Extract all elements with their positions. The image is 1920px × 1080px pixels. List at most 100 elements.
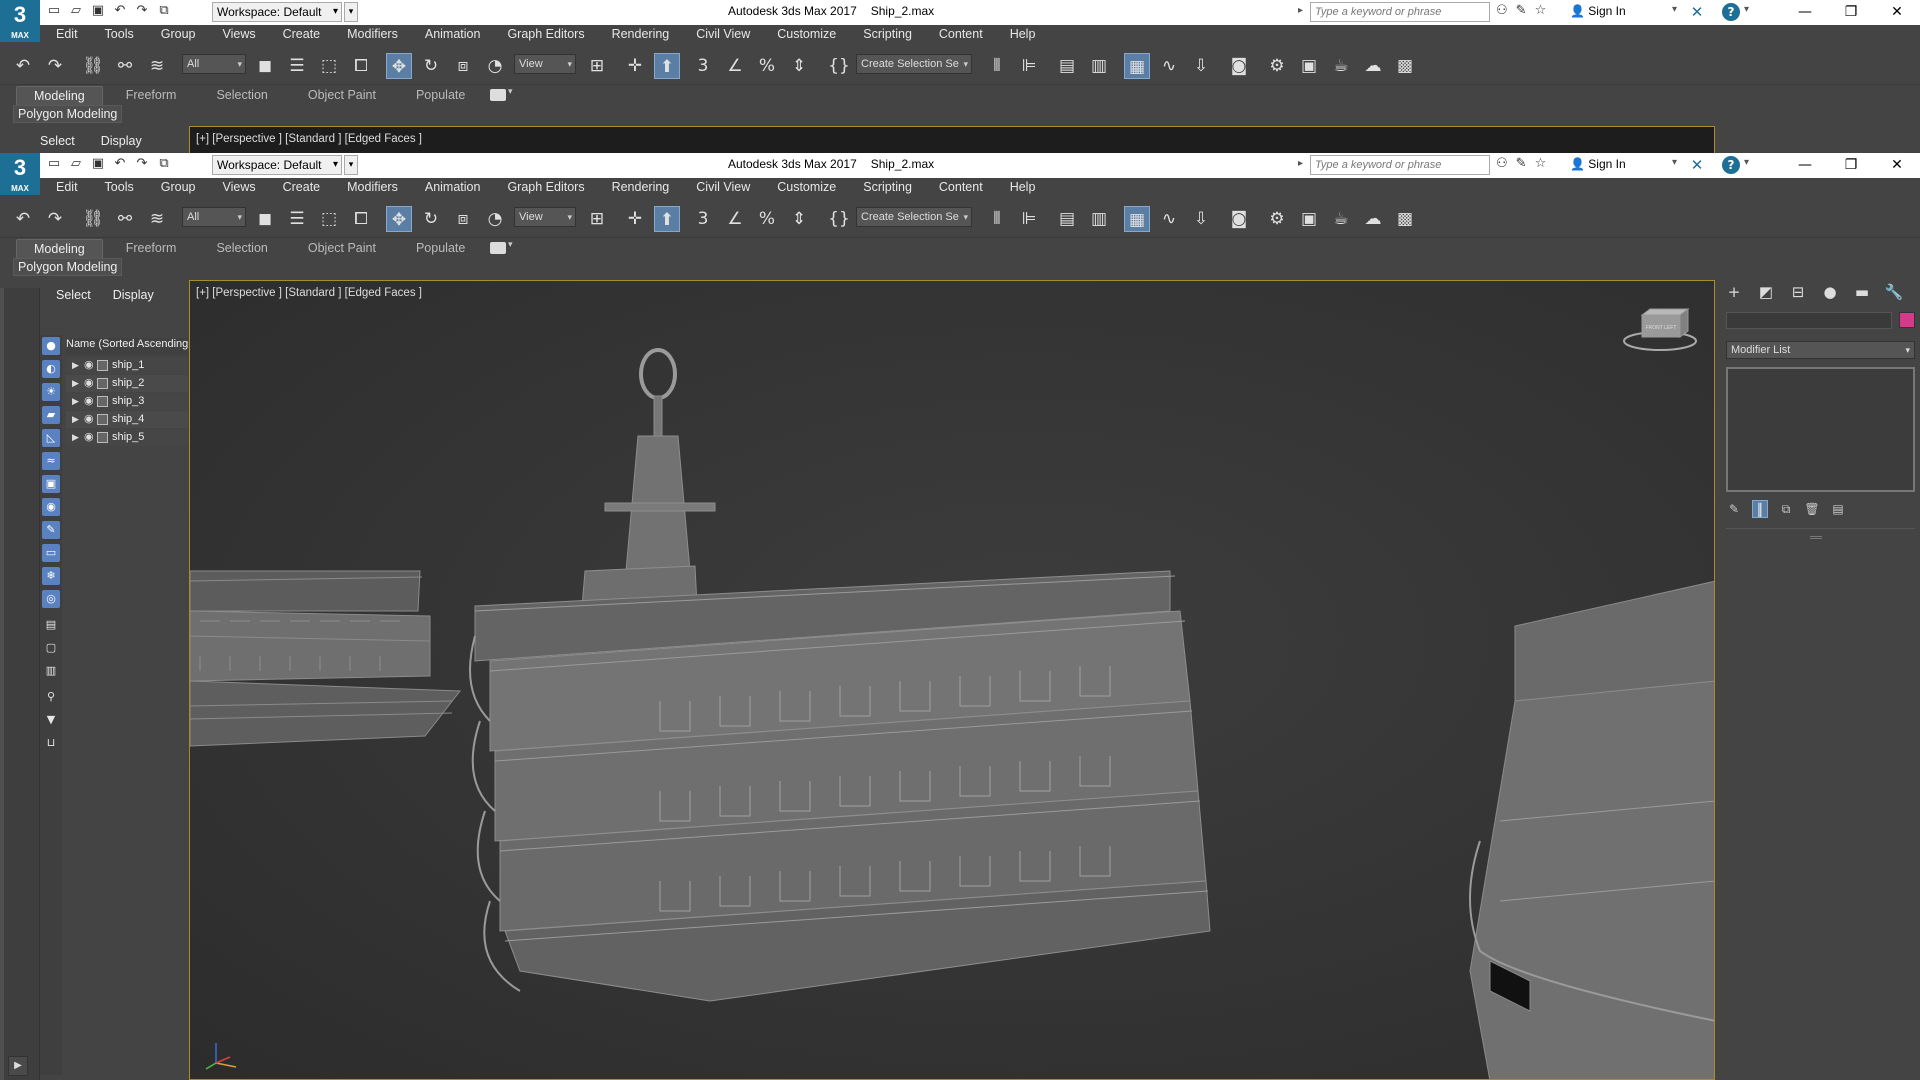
visibility-eye-icon[interactable]: ◉ [84,357,94,374]
display-geometry-icon[interactable]: ● [42,337,60,355]
project-icon[interactable]: ⧉ [156,156,172,172]
visibility-eye-icon[interactable]: ◉ [84,429,94,446]
visibility-eye-icon[interactable]: ◉ [84,393,94,410]
motion-tab-icon[interactable]: ● [1820,282,1840,302]
expand-panel-icon[interactable]: ▶ [8,1056,28,1076]
display-hidden-icon[interactable]: ◎ [42,590,60,608]
menu-graph-editors[interactable]: Graph Editors [507,180,584,194]
menu-create[interactable]: Create [283,27,321,41]
object-row[interactable]: ▶ ◉ ship_3 [66,393,188,410]
selection-filter-dropdown[interactable]: All [182,207,246,227]
minimize-icon[interactable]: — [1782,153,1828,178]
binoculars-icon[interactable]: ⚇ [1496,3,1508,18]
ribbon-tab-selection[interactable]: Selection [199,239,284,259]
modify-tab-icon[interactable]: ◩ [1756,282,1776,302]
help-icon[interactable]: ? [1722,156,1740,174]
display-tab-icon[interactable]: ▬ [1852,282,1872,302]
redo-icon[interactable]: ↷ [42,206,68,232]
workspace-dropdown[interactable]: Workspace: Default [212,155,342,175]
menu-civil-view[interactable]: Civil View [696,180,750,194]
place-icon[interactable]: ◔ [482,206,508,232]
sign-in-dropdown-icon[interactable]: ▾ [1672,157,1677,168]
configure-modifier-sets-icon[interactable]: ▤ [1830,500,1846,518]
pivot-center-icon[interactable]: ⊞ [584,206,610,232]
unlink-icon[interactable]: ⚯ [112,206,138,232]
render-setup-icon[interactable]: ⚙ [1264,53,1290,79]
undo-icon[interactable]: ↶ [10,53,36,79]
align-icon[interactable]: ⊫ [1016,53,1042,79]
close-icon[interactable]: ✕ [1874,153,1920,178]
window-crossing-icon[interactable]: ⧠ [348,53,374,79]
bind-space-warp-icon[interactable]: ≋ [144,53,170,79]
manipulate-icon[interactable]: ✛ [622,53,648,79]
redo-icon[interactable]: ↷ [134,156,150,172]
layer-explorer-icon[interactable]: ▥ [1086,206,1112,232]
polygon-modeling-panel[interactable]: Polygon Modeling [13,258,123,276]
display-space-warps-icon[interactable]: ≈ [42,452,60,470]
restore-icon[interactable]: ❐ [1828,153,1874,178]
angle-snap-icon[interactable]: ∠ [722,53,748,79]
render-setup-icon[interactable]: ⚙ [1264,206,1290,232]
open-file-icon[interactable]: ▱ [68,156,84,172]
display-cameras-icon[interactable]: ▰ [42,406,60,424]
name-column-header[interactable]: Name (Sorted Ascending) [66,338,188,355]
undo-icon[interactable]: ↶ [112,3,128,19]
menu-customize[interactable]: Customize [777,180,836,194]
exchange-apps-icon[interactable]: ✕ [1688,3,1706,21]
select-and-scale-icon[interactable]: ⧈ [450,53,476,79]
display-all-icon[interactable]: ▤ [42,616,60,634]
named-selection-dropdown[interactable]: Create Selection Se [856,54,972,74]
expand-icon[interactable]: ▶ [72,357,79,374]
ribbon-toggle-icon[interactable]: ▦ [1124,206,1150,232]
menu-edit[interactable]: Edit [56,27,78,41]
snaps-toggle-icon[interactable]: 3 [690,206,716,232]
object-color-swatch[interactable] [1899,312,1915,328]
filter-icon[interactable]: ▼ [42,711,60,729]
menu-group[interactable]: Group [161,27,196,41]
modifier-list-dropdown[interactable]: Modifier List [1726,341,1915,359]
menu-civil-view[interactable]: Civil View [696,27,750,41]
show-end-result-icon[interactable]: ║ [1752,500,1768,518]
rectangular-selection-icon[interactable]: ⬚ [316,53,342,79]
object-row[interactable]: ▶ ◉ ship_5 [66,429,188,446]
utilities-tab-icon[interactable]: 🔧 [1884,282,1904,302]
app-logo[interactable]: 3 MAX [0,153,40,195]
menu-graph-editors[interactable]: Graph Editors [507,27,584,41]
binoculars-icon[interactable]: ⚇ [1496,156,1508,171]
curve-editor-icon[interactable]: ∿ [1156,206,1182,232]
spinner-snap-icon[interactable]: ⇕ [786,206,812,232]
panel-resize-grip[interactable] [1810,536,1822,539]
new-file-icon[interactable]: ▭ [46,3,62,19]
display-lights-icon[interactable]: ☀ [42,383,60,401]
window-crossing-icon[interactable]: ⧠ [348,206,374,232]
menu-tools[interactable]: Tools [105,27,134,41]
viewport-label[interactable]: [+] [Perspective ] [Standard ] [Edged Fa… [196,287,422,299]
open-file-icon[interactable]: ▱ [68,3,84,19]
snaps-toggle-icon[interactable]: 3 [690,53,716,79]
remove-modifier-icon[interactable]: 🗑 [1804,500,1820,518]
edit-named-selection-icon[interactable]: {} [826,206,852,232]
minimize-icon[interactable]: — [1782,0,1828,25]
mirror-icon[interactable]: ⫴ [984,53,1010,79]
bind-space-warp-icon[interactable]: ≋ [144,206,170,232]
menu-animation[interactable]: Animation [425,180,481,194]
object-row[interactable]: ▶ ◉ ship_1 [66,357,188,374]
display-groups-icon[interactable]: ▣ [42,475,60,493]
restore-icon[interactable]: ❐ [1828,0,1874,25]
ribbon-tab-populate[interactable]: Populate [399,86,482,106]
curve-editor-icon[interactable]: ∿ [1156,53,1182,79]
rectangular-selection-icon[interactable]: ⬚ [316,206,342,232]
favorites-star-icon[interactable]: ☆ [1535,156,1547,171]
select-and-move-icon[interactable]: ✥ [386,206,412,232]
schematic-view-icon[interactable]: ⇩ [1188,206,1214,232]
display-bones-icon[interactable]: ✎ [42,521,60,539]
menu-help[interactable]: Help [1010,27,1036,41]
menu-group[interactable]: Group [161,180,196,194]
favorites-star-icon[interactable]: ☆ [1535,3,1547,18]
keyboard-shortcut-toggle-icon[interactable]: ⬆ [654,53,680,79]
menu-create[interactable]: Create [283,180,321,194]
help-dropdown-icon[interactable]: ▾ [1744,157,1749,168]
spinner-snap-icon[interactable]: ⇕ [786,53,812,79]
object-name-field[interactable] [1726,312,1892,329]
sign-in-link[interactable]: 👤 Sign In [1570,157,1626,171]
